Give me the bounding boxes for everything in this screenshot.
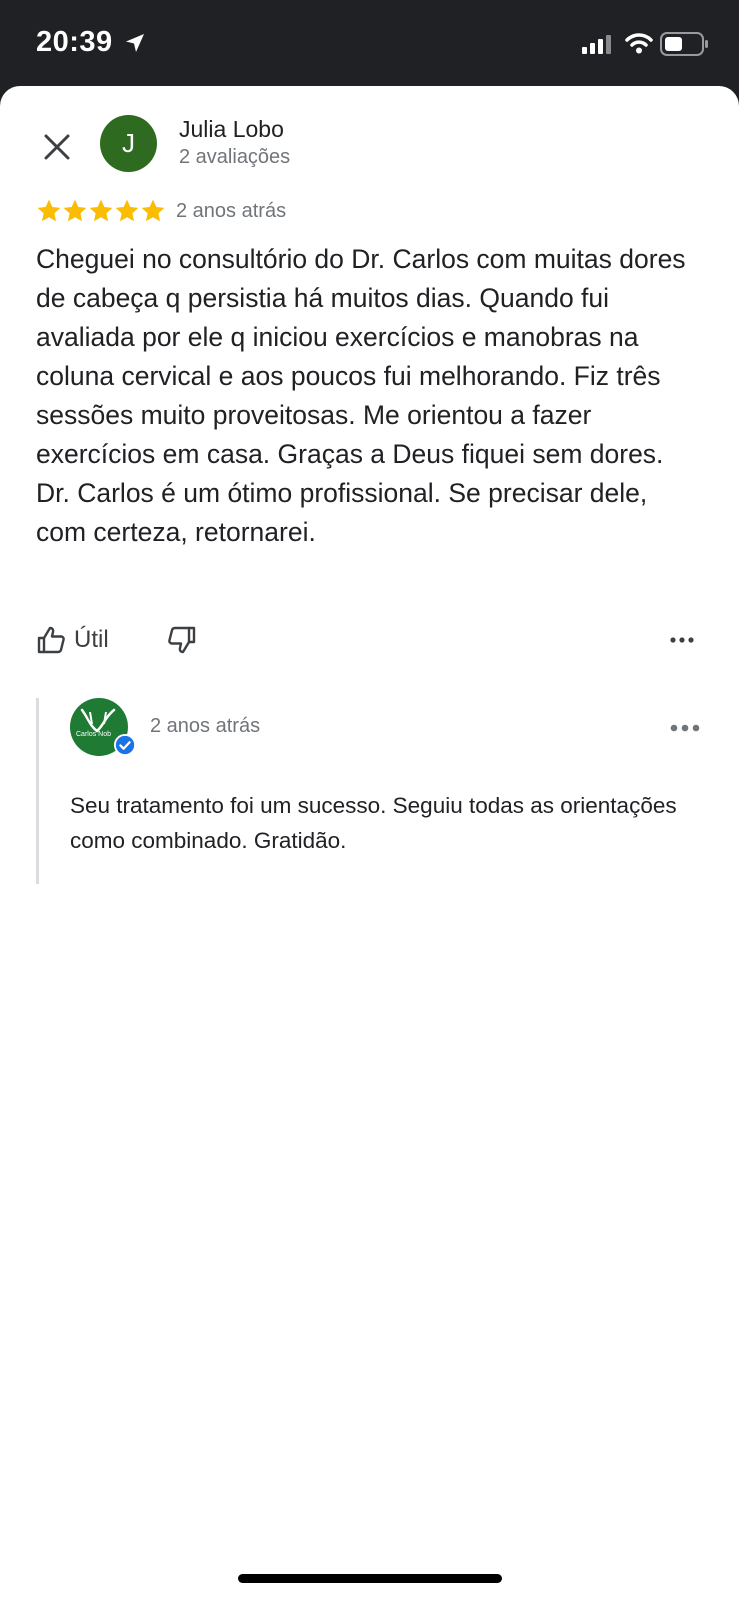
owner-avatar[interactable]: Carlos Nob <box>70 698 136 756</box>
status-bar: 20:39 <box>0 0 739 88</box>
review-time: 2 anos atrás <box>176 200 287 222</box>
not-helpful-button[interactable] <box>162 620 202 660</box>
owner-reply-more-button[interactable] <box>667 716 703 740</box>
more-horizontal-icon <box>670 637 694 643</box>
owner-reply-text: Seu tratamento foi um sucesso. Seguiu to… <box>70 793 677 853</box>
home-indicator[interactable] <box>238 1574 502 1583</box>
reviewer-avatar[interactable]: J <box>100 115 157 172</box>
wifi-icon <box>625 32 653 59</box>
reviewer-name[interactable]: Julia Lobo <box>179 116 284 143</box>
cellular-signal-icon <box>582 34 616 59</box>
star-icon <box>37 199 61 222</box>
review-text: Cheguei no consultório do Dr. Carlos com… <box>36 244 686 547</box>
battery-icon <box>660 32 710 61</box>
status-time: 20:39 <box>36 26 113 58</box>
star-icon <box>141 199 165 222</box>
close-button[interactable] <box>36 126 78 168</box>
more-horizontal-icon <box>670 724 700 732</box>
reviewer-review-count: 2 avaliações <box>179 146 291 168</box>
thumbs-down-icon <box>168 626 196 654</box>
review-more-button[interactable] <box>664 624 700 656</box>
reviewer-avatar-letter: J <box>122 128 135 158</box>
star-icon <box>89 199 113 222</box>
location-arrow-icon <box>124 32 146 59</box>
star-icon <box>63 199 87 222</box>
owner-logo-text: Carlos Nob <box>76 731 112 738</box>
review-sheet: J Julia Lobo 2 avaliações 2 anos atrás C… <box>0 86 739 1600</box>
owner-reply-time: 2 anos atrás <box>150 715 261 737</box>
helpful-label: Útil <box>74 626 109 653</box>
star-icon <box>115 199 139 222</box>
owner-reply: Carlos Nob 2 anos atrás Seu tratamento f… <box>36 698 719 884</box>
helpful-button[interactable]: Útil <box>36 620 109 660</box>
thumbs-up-icon <box>37 626 65 654</box>
rating-stars <box>36 198 166 224</box>
verified-badge-icon <box>114 734 136 756</box>
close-icon <box>44 134 70 160</box>
